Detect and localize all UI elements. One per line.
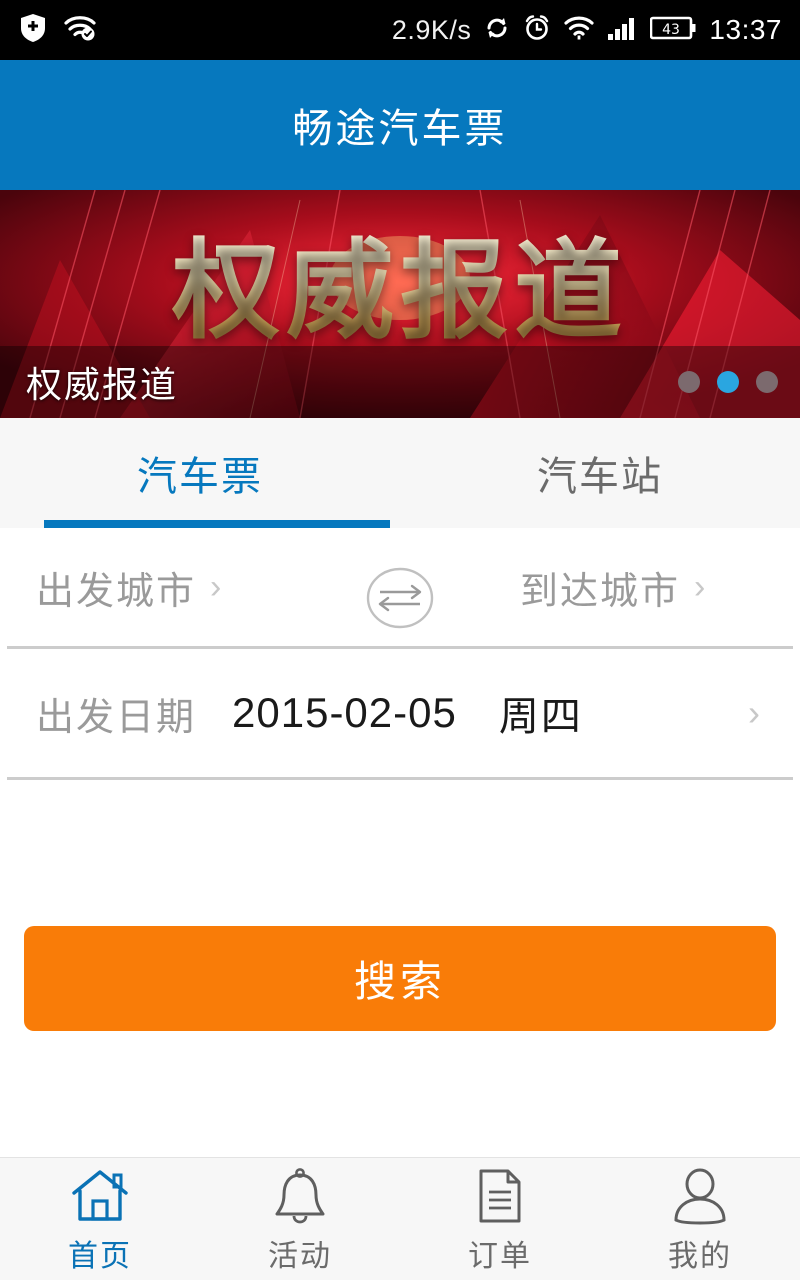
carousel-dots[interactable] bbox=[678, 371, 778, 393]
departure-city-label: 出发城市 bbox=[36, 570, 197, 613]
tab-bus-ticket-label: 汽车票 bbox=[137, 455, 263, 499]
tab-bus-station-label: 汽车站 bbox=[537, 455, 663, 499]
departure-date-value: 2015-02-05 bbox=[232, 689, 457, 736]
search-type-tabs: 汽车票 汽车站 bbox=[0, 418, 800, 528]
home-icon bbox=[68, 1163, 132, 1225]
departure-date-row[interactable]: 出发日期 2015-02-05 周四 › bbox=[0, 649, 800, 777]
tab-bus-station[interactable]: 汽车站 bbox=[400, 418, 800, 528]
carousel-dot-2[interactable] bbox=[717, 371, 739, 393]
nav-item-profile[interactable]: 我的 bbox=[600, 1158, 800, 1280]
person-icon bbox=[669, 1163, 731, 1225]
bottom-navigation-bar: 首页 活动 订单 我的 bbox=[0, 1157, 800, 1280]
battery-icon: 43 bbox=[650, 15, 696, 46]
svg-text:43: 43 bbox=[663, 22, 681, 38]
app-screen: 2.9K/s 43 13:37 畅途汽车票 权威报道 权威报道 汽车票 汽车站 … bbox=[0, 0, 800, 1280]
bell-icon bbox=[269, 1163, 331, 1225]
alarm-clock-icon bbox=[523, 14, 551, 47]
arrival-city-selector[interactable]: 到达城市 › bbox=[520, 560, 707, 615]
sync-icon bbox=[484, 15, 510, 46]
chevron-right-icon: › bbox=[694, 567, 708, 606]
network-speed-label: 2.9K/s bbox=[391, 14, 472, 45]
promo-banner-carousel[interactable]: 权威报道 权威报道 bbox=[0, 190, 800, 418]
clock-label: 13:37 bbox=[709, 14, 782, 45]
nav-item-profile-label: 我的 bbox=[668, 1240, 732, 1273]
app-header: 畅途汽车票 bbox=[0, 60, 800, 190]
nav-item-orders[interactable]: 订单 bbox=[400, 1158, 600, 1280]
search-button[interactable]: 搜索 bbox=[24, 926, 776, 1031]
status-bar-left-icons bbox=[0, 13, 96, 48]
divider bbox=[7, 777, 793, 780]
tab-bus-ticket[interactable]: 汽车票 bbox=[0, 418, 400, 528]
wifi-icon bbox=[564, 15, 595, 46]
nav-item-home-label: 首页 bbox=[68, 1240, 132, 1273]
banner-caption: 权威报道 bbox=[26, 364, 179, 405]
nav-item-activity-label: 活动 bbox=[268, 1240, 332, 1273]
chevron-right-icon: › bbox=[210, 567, 224, 606]
arrival-city-label: 到达城市 bbox=[520, 570, 681, 613]
departure-city-selector[interactable]: 出发城市 › bbox=[36, 560, 223, 615]
departure-date-label: 出发日期 bbox=[36, 696, 197, 739]
wifi-eye-icon bbox=[64, 14, 96, 47]
swap-arrows-icon bbox=[366, 567, 434, 629]
departure-weekday-value: 周四 bbox=[498, 695, 583, 739]
nav-item-home[interactable]: 首页 bbox=[0, 1158, 200, 1280]
swap-cities-button[interactable] bbox=[363, 566, 437, 630]
banner-headline: 权威报道 bbox=[0, 224, 800, 359]
document-icon bbox=[472, 1163, 528, 1225]
nav-item-orders-label: 订单 bbox=[468, 1240, 532, 1273]
shield-check-icon bbox=[20, 13, 46, 48]
status-bar: 2.9K/s 43 13:37 bbox=[0, 0, 800, 60]
chevron-right-icon: › bbox=[748, 692, 760, 733]
signal-bars-icon bbox=[607, 15, 637, 46]
status-bar-right-icons: 2.9K/s 43 13:37 bbox=[392, 14, 800, 47]
carousel-dot-1[interactable] bbox=[678, 371, 700, 393]
carousel-dot-3[interactable] bbox=[756, 371, 778, 393]
banner-caption-bar: 权威报道 bbox=[0, 346, 800, 418]
page-title: 畅途汽车票 bbox=[292, 107, 508, 151]
nav-item-activity[interactable]: 活动 bbox=[200, 1158, 400, 1280]
